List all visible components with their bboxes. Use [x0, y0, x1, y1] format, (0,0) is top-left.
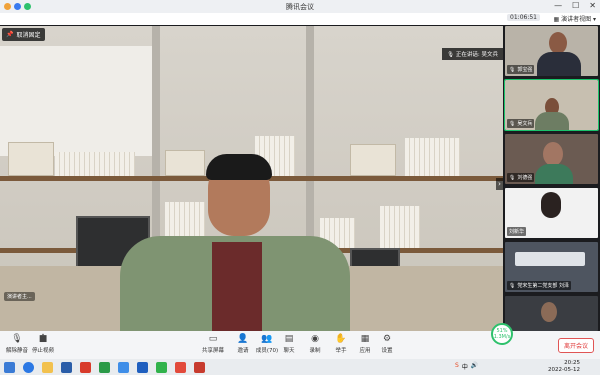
start-icon[interactable] — [4, 361, 15, 373]
app-icon[interactable] — [80, 361, 91, 373]
collapse-sidebar-button[interactable]: › — [496, 178, 503, 190]
gear-icon: ⚙ — [382, 334, 392, 344]
main-participant-name: 演讲者主... — [4, 292, 35, 301]
storage-box — [8, 142, 54, 176]
minimize-button[interactable]: — — [554, 1, 562, 10]
participant-name-tag: 🎙 刘德强 — [507, 173, 535, 182]
participant-body — [535, 164, 573, 184]
share-screen-button[interactable]: ▭ 共享屏幕 — [198, 334, 228, 354]
participant-face — [543, 142, 563, 166]
leave-meeting-button[interactable]: 离开会议 — [557, 338, 594, 353]
ime-label[interactable]: 中 — [462, 362, 468, 371]
video-label: 停止视频 — [31, 348, 54, 354]
participant-sidebar: 🎙 郭宝强 🎙 吴文兵 🎙 刘德强 刘新华 🎙 党宋生第二党支部 刘泽 — [503, 26, 600, 331]
participant-name: 党宋生第二党支部 刘泽 — [517, 283, 569, 289]
top-toolbar: 01:06:51 ▦ 演讲者视图 ▾ — [0, 13, 600, 25]
members-icon: 👥 — [261, 334, 273, 344]
apps-label: 应用 — [359, 348, 371, 354]
maximize-button[interactable]: ☐ — [572, 1, 579, 10]
share-screen-icon: ▭ — [208, 334, 218, 344]
participant-body — [535, 112, 569, 130]
network-status-badge[interactable]: 51% 1.3M/s — [491, 323, 513, 345]
record-label: 录制 — [309, 348, 321, 354]
view-switch-button[interactable]: ▦ 演讲者视图 ▾ — [553, 14, 596, 23]
meeting-timer: 01:06:51 — [507, 14, 540, 21]
app-icon[interactable] — [118, 361, 129, 373]
participant-tile[interactable]: 刘新华 — [505, 188, 598, 238]
room-ceiling — [515, 252, 585, 266]
system-tray: S 中 🔊 — [455, 362, 478, 371]
participant-face — [541, 302, 557, 322]
speaker-person — [120, 154, 350, 331]
participant-name: 吴文兵 — [517, 121, 533, 127]
close-button[interactable]: ✕ — [589, 1, 596, 10]
person-hair — [206, 154, 272, 180]
input-method-icon[interactable]: S — [455, 362, 459, 371]
record-icon: ◉ — [311, 334, 319, 344]
wechat-icon[interactable] — [156, 361, 167, 373]
mic-icon: 🎙 — [509, 282, 516, 289]
mic-icon: 🎙 — [509, 174, 516, 181]
participant-body — [537, 52, 581, 76]
participant-tile[interactable]: 🎙 刘德强 — [505, 134, 598, 184]
participant-face — [549, 32, 567, 54]
wps-icon[interactable] — [194, 361, 205, 373]
view-label: 演讲者视图 — [561, 16, 592, 23]
chat-icon: ▤ — [284, 334, 294, 344]
now-talking-indicator: 🎙 正在讲话: 吴文兵 — [442, 48, 503, 60]
app-icon[interactable] — [99, 361, 110, 373]
person-shirt — [212, 242, 262, 331]
mute-label: 解除静音 — [5, 348, 28, 354]
hand-icon: ✋ — [335, 334, 347, 344]
participant-name-tag: 刘新华 — [507, 227, 527, 236]
folder-icon[interactable] — [42, 361, 53, 373]
word-icon[interactable] — [61, 361, 72, 373]
participant-face — [541, 192, 561, 218]
participant-tile[interactable] — [505, 296, 598, 331]
mic-icon: 🎙 — [447, 52, 455, 58]
video-button[interactable]: ■ 停止视频 — [28, 334, 58, 354]
title-bar: 腾讯会议 — ☐ ✕ — [0, 0, 600, 13]
network-speed: 1.3M/s — [493, 334, 511, 340]
video-window-area — [0, 46, 160, 156]
participant-name-tag: 🎙 吴文兵 — [507, 119, 535, 128]
clock[interactable]: 20:25 2022-05-12 — [548, 360, 580, 374]
mic-muted-icon: 🎙 — [11, 334, 23, 344]
camera-icon: ■ — [38, 334, 48, 344]
unpin-label: 取消固定 — [16, 32, 41, 39]
volume-icon[interactable]: 🔊 — [471, 362, 478, 371]
participant-name: 刘新华 — [509, 229, 525, 235]
books — [380, 206, 420, 248]
mic-icon: 🎙 — [509, 66, 516, 73]
app-icon[interactable] — [175, 361, 186, 373]
participant-tile[interactable]: 🎙 党宋生第二党支部 刘泽 — [505, 242, 598, 292]
clock-date: 2022-05-12 — [548, 367, 580, 373]
participant-name: 郭宝强 — [517, 67, 533, 73]
invite-label: 邀请 — [237, 348, 249, 354]
participant-tile-active[interactable]: 🎙 吴文兵 — [504, 79, 599, 131]
raise-hand-label: 举手 — [335, 348, 347, 354]
app-icon[interactable] — [137, 361, 148, 373]
books — [405, 138, 460, 176]
browser-icon[interactable] — [23, 361, 34, 373]
main-video-stage[interactable]: 📌 取消固定 演讲者主... 🎙 正在讲话: 吴文兵 › — [0, 26, 503, 331]
chat-label: 聊天 — [283, 348, 295, 354]
talking-label: 正在讲话: 吴文兵 — [455, 52, 498, 58]
participant-name-tag: 🎙 郭宝强 — [507, 65, 535, 74]
participant-name: 刘德强 — [517, 175, 533, 181]
mic-icon: 🎙 — [509, 120, 516, 127]
invite-icon: 👤 — [237, 334, 249, 344]
os-taskbar: S 中 🔊 20:25 2022-05-12 — [0, 359, 600, 375]
clock-time: 20:25 — [564, 360, 580, 366]
window-title: 腾讯会议 — [286, 2, 314, 11]
share-label: 共享屏幕 — [201, 348, 224, 354]
settings-button[interactable]: ⚙ 设置 — [372, 334, 402, 354]
settings-label: 设置 — [381, 348, 393, 354]
participant-name-tag: 🎙 党宋生第二党支部 刘泽 — [507, 281, 571, 290]
storage-box — [350, 144, 396, 176]
pin-icon: 📌 — [6, 31, 14, 38]
unpin-button[interactable]: 📌 取消固定 — [2, 28, 45, 41]
apps-icon: ▦ — [360, 334, 370, 344]
participant-tile[interactable]: 🎙 郭宝强 — [505, 26, 598, 76]
